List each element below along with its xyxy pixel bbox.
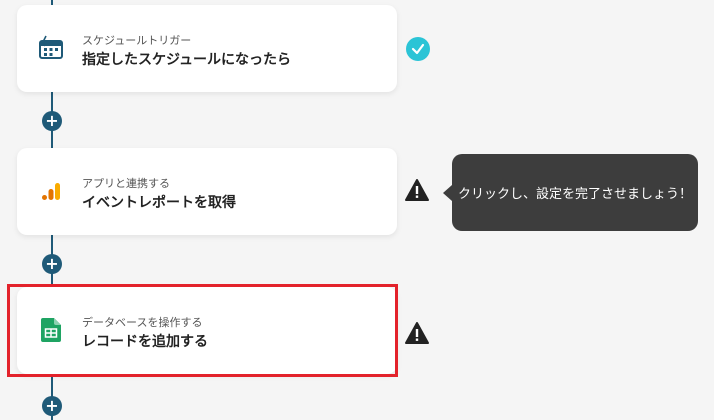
warning-icon[interactable] (404, 321, 430, 345)
step-category-label: データベースを操作する (82, 316, 203, 329)
warning-icon[interactable] (404, 178, 430, 202)
step-category-label: アプリと連携する (82, 177, 170, 190)
check-complete-icon (406, 37, 430, 61)
google-sheets-icon (37, 316, 65, 344)
step-card-schedule-trigger[interactable]: スケジュールトリガー 指定したスケジュールになったら (17, 5, 397, 92)
step-title: イベントレポートを取得 (82, 195, 236, 211)
step-title: レコードを追加する (82, 334, 208, 350)
add-step-button[interactable]: + (42, 254, 62, 274)
step-title: 指定したスケジュールになったら (82, 52, 292, 68)
step-card-add-record[interactable]: データベースを操作する レコードを追加する (17, 287, 397, 374)
plus-icon: + (45, 111, 59, 130)
google-analytics-icon (37, 177, 65, 205)
plus-icon: + (45, 396, 59, 415)
plus-icon: + (45, 254, 59, 273)
schedule-trigger-icon (37, 34, 65, 62)
step-category-label: スケジュールトリガー (82, 34, 192, 47)
tooltip-text: クリックし、設定を完了させましょう！ (457, 187, 692, 202)
add-step-button[interactable]: + (42, 111, 62, 131)
setup-tooltip: クリックし、設定を完了させましょう！ (443, 154, 698, 231)
step-card-event-report[interactable]: アプリと連携する イベントレポートを取得 (17, 148, 397, 235)
add-step-button[interactable]: + (42, 396, 62, 416)
